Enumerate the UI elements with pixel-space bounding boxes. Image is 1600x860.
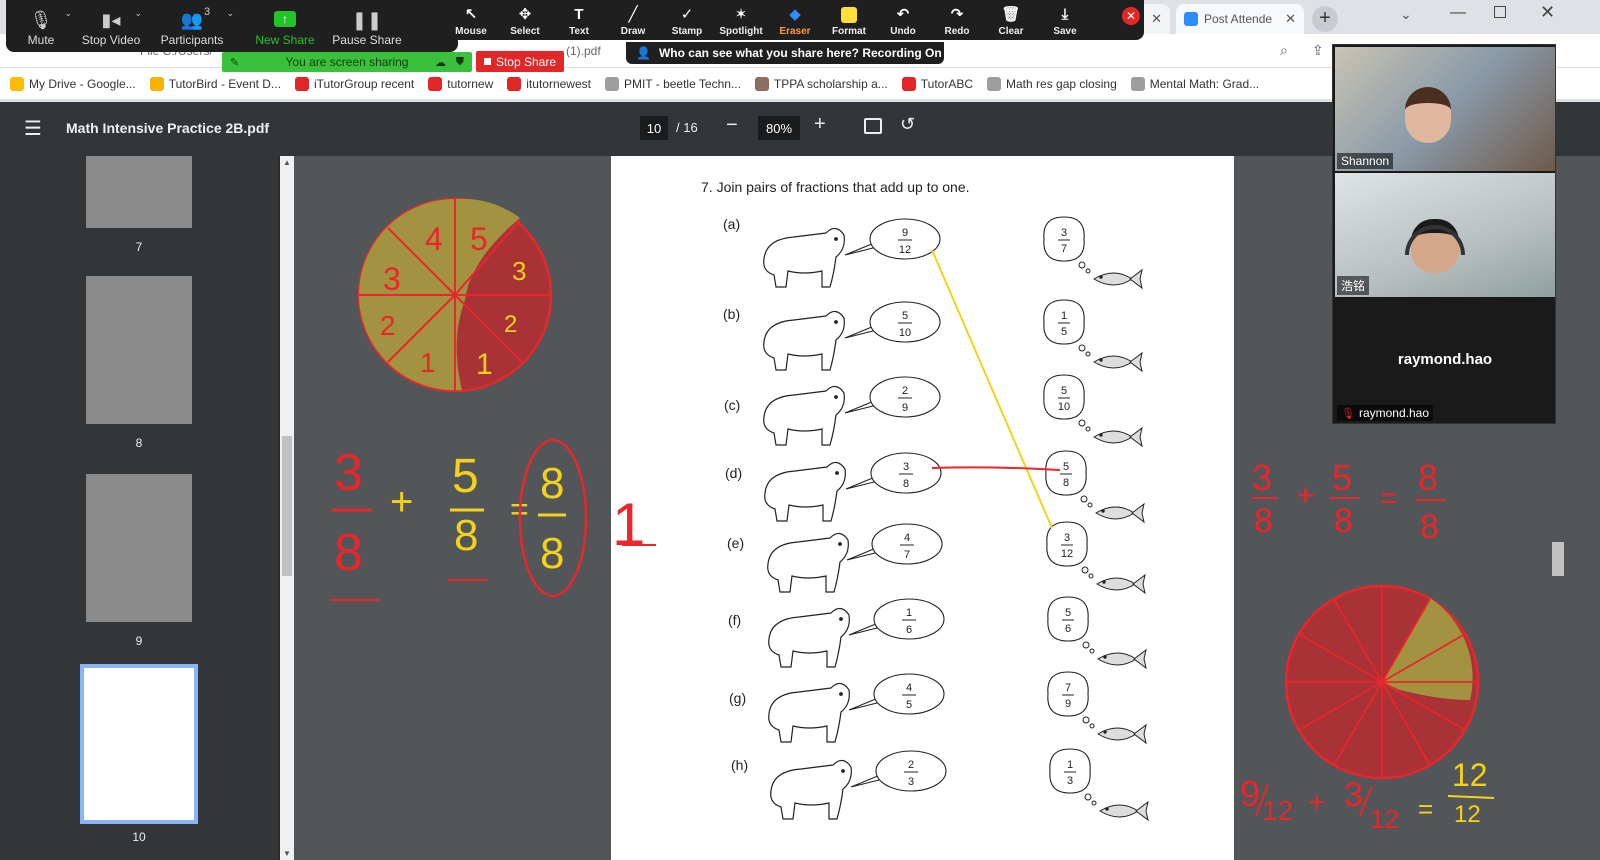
ink-digit: 12	[1452, 757, 1488, 793]
ink-digit: 3	[334, 444, 363, 502]
participant-name: 浩铭	[1337, 276, 1370, 295]
ink-digit: 8	[334, 524, 363, 582]
muted-microphone-icon: 🎙	[1341, 407, 1355, 420]
ink-digit: 12	[1454, 801, 1481, 828]
participant-center-name: raymond.hao	[1397, 351, 1493, 368]
ink-equals: =	[1418, 794, 1433, 824]
pie-label: 5	[470, 221, 488, 257]
ink-equals: =	[1380, 482, 1398, 515]
ink-digit: 8	[454, 511, 478, 560]
video-tile-raymond[interactable]: raymond.hao 🎙 raymond.hao	[1335, 299, 1555, 423]
ink-digit: 5	[452, 450, 479, 503]
pie-label: 1	[476, 348, 493, 381]
pie-label: 1	[420, 347, 436, 378]
pie-label: 2	[504, 311, 517, 338]
row-label: (h)	[731, 757, 749, 773]
match-line-d-d	[931, 466, 1061, 471]
ink-digit: 5	[1332, 457, 1352, 498]
ink-digit: 8	[1418, 457, 1438, 498]
match-line-a-e	[931, 249, 1053, 529]
video-tile-shannon[interactable]: Shannon	[1335, 47, 1555, 171]
ink-digit: 8	[540, 459, 564, 508]
ink-digit: 12	[1370, 804, 1399, 834]
participant-name: Shannon	[1337, 153, 1394, 169]
scrollbar-thumb[interactable]	[1552, 542, 1564, 576]
row-label: (c)	[724, 397, 741, 413]
row-label: (g)	[729, 690, 747, 706]
participant-video-panel: Shannon 浩铭 raymond.hao 🎙 raymond.hao	[1332, 44, 1556, 424]
left-handwritten-equation: 3 8 + 5 8 = 8 8 1	[330, 438, 656, 601]
ink-plus: +	[1296, 477, 1315, 513]
left-fraction-pie: 4 5 3 3 2 2 1 1	[357, 197, 553, 393]
ink-one: 1	[612, 491, 645, 558]
right-fraction-pie	[1284, 584, 1480, 780]
ink-digit: 8	[1334, 502, 1353, 540]
ink-plus: +	[390, 480, 413, 524]
ink-digit: 8	[540, 529, 564, 578]
row-label: (f)	[728, 612, 742, 628]
pie-label: 3	[512, 256, 526, 286]
row-label: (d)	[725, 465, 743, 481]
row-label: (a)	[723, 216, 741, 232]
row-label: (b)	[723, 306, 741, 322]
pie-label: 2	[380, 310, 396, 341]
row-label: (e)	[727, 535, 745, 551]
ink-digit: 9	[1240, 773, 1260, 814]
ink-digit: 8	[1420, 508, 1439, 546]
participant-face	[1405, 87, 1451, 143]
pie-label: 4	[425, 221, 443, 257]
ink-digit: 8	[1254, 502, 1273, 540]
video-tile-haoming[interactable]: 浩铭	[1335, 173, 1555, 297]
muted-label: raymond.hao	[1358, 406, 1430, 420]
ink-digit: 3	[1252, 457, 1272, 498]
pie-label: 3	[383, 261, 401, 297]
ink-digit: 12	[1262, 795, 1293, 826]
ink-plus: +	[1308, 786, 1326, 819]
participant-name-muted: 🎙 raymond.hao	[1337, 405, 1434, 421]
right-handwritten-equation: 3 8 + 5 8 = 8 8	[1252, 457, 1446, 546]
ink-digit: 3	[1344, 776, 1363, 814]
